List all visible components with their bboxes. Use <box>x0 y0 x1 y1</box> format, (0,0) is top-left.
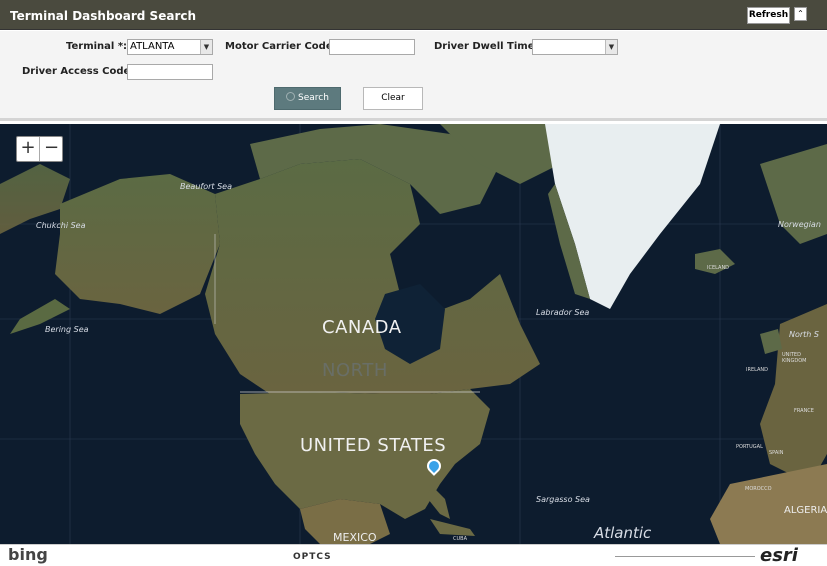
map-label-atlantic: Atlantic <box>594 524 652 542</box>
divider <box>615 556 755 557</box>
search-form: Terminal *: ATLANTA ▼ Motor Carrier Code… <box>0 31 827 121</box>
map-label-bering: Bering Sea <box>45 325 89 334</box>
map-label-iceland: ICELAND <box>707 265 730 271</box>
bing-logo: bing <box>8 545 48 564</box>
map-label-portugal: PORTUGAL <box>736 444 763 450</box>
map-view[interactable]: + − Beaufort Sea Chukchi Sea Bering Sea … <box>0 124 827 544</box>
page-title: Terminal Dashboard Search <box>10 9 197 23</box>
search-button[interactable]: Search <box>274 87 341 110</box>
map-label-usa: UNITED STATES <box>300 435 447 456</box>
map-label-morocco: MOROCCO <box>745 486 772 492</box>
access-code-input[interactable] <box>127 64 213 80</box>
dwell-time-label: Driver Dwell Time: <box>434 41 539 52</box>
search-button-label: Search <box>298 93 329 103</box>
refresh-button[interactable]: Refresh <box>747 7 790 24</box>
terminal-select[interactable]: ATLANTA ▼ <box>127 39 213 55</box>
zoom-in-button[interactable]: + <box>17 137 40 161</box>
search-icon <box>286 92 296 101</box>
map-attribution-bar: bing OPTCS esri <box>0 544 827 566</box>
chevron-down-icon: ▼ <box>605 40 617 54</box>
terminal-label: Terminal *: <box>66 41 128 52</box>
map-label-sargasso: Sargasso Sea <box>536 495 590 504</box>
map-label-ireland: IRELAND <box>746 367 769 373</box>
collapse-icon[interactable]: ⌃ <box>794 7 807 21</box>
clear-button[interactable]: Clear <box>363 87 423 110</box>
zoom-control: + − <box>16 136 63 162</box>
map-label-mexico: MEXICO <box>333 531 377 544</box>
map-label-canada: CANADA <box>322 317 402 338</box>
terminal-select-value: ATLANTA <box>130 41 175 52</box>
dwell-time-select[interactable]: ▼ <box>532 39 618 55</box>
motor-carrier-input[interactable] <box>329 39 415 55</box>
zoom-out-button[interactable]: − <box>40 137 63 161</box>
map-label-france: FRANCE <box>794 408 814 414</box>
chevron-down-icon: ▼ <box>200 40 212 54</box>
map-label-norwegian: Norwegian <box>778 220 821 229</box>
map-label-north: NORTH <box>322 360 388 381</box>
motor-carrier-label: Motor Carrier Code: <box>225 41 337 52</box>
optics-logo: OPTCS <box>293 552 332 562</box>
map-label-cuba: CUBA <box>453 536 468 542</box>
map-label-chukchi: Chukchi Sea <box>36 221 86 230</box>
panel-header: Terminal Dashboard Search Refresh ⌃ <box>0 0 827 30</box>
map-label-north-sea: North S <box>789 330 819 339</box>
map-label-uk: UNITED KINGDOM <box>782 352 807 364</box>
map-label-algeria: ALGERIA <box>784 505 827 516</box>
map-canvas <box>0 124 827 544</box>
map-label-beaufort: Beaufort Sea <box>180 182 232 191</box>
map-label-spain: SPAIN <box>769 450 784 456</box>
esri-logo: esri <box>760 545 798 566</box>
map-label-labrador: Labrador Sea <box>536 308 590 317</box>
access-code-label: Driver Access Code: <box>22 66 135 77</box>
